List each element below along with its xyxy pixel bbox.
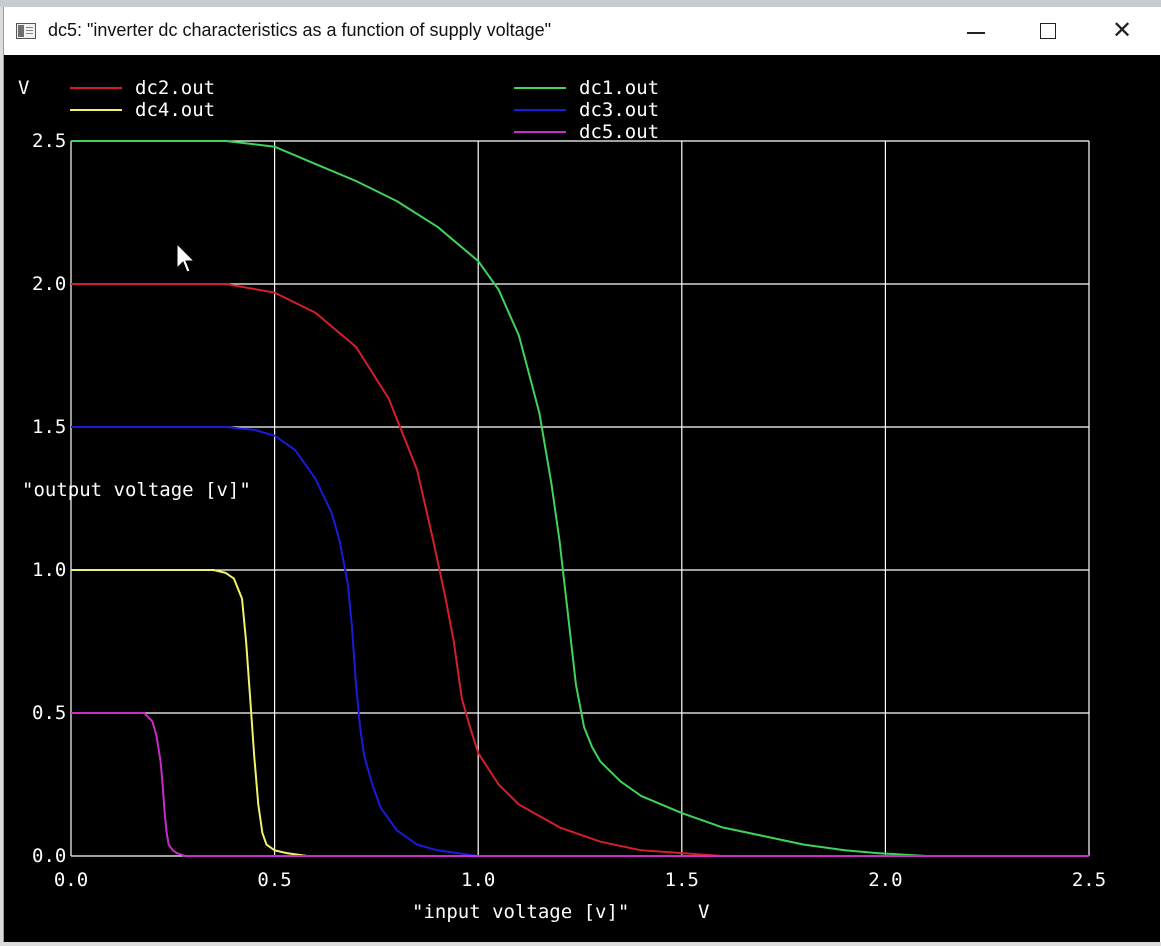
window-title: dc5: "inverter dc characteristics as a f… [48, 20, 552, 40]
mouse-cursor-icon [176, 243, 196, 273]
legend-label-dc4-out: dc4.out [135, 99, 215, 121]
y-tick-label-2: 1.0 [32, 559, 66, 581]
x-axis-label: "input voltage [v]" [412, 901, 629, 923]
legend-label-dc5-out: dc5.out [579, 121, 659, 143]
taskbar-strip [0, 0, 1161, 7]
chart-svg: V "output voltage [v]" "input voltage [v… [18, 77, 1106, 923]
app-window-icon[interactable] [16, 23, 36, 39]
y-tick-label-1: 0.5 [32, 702, 66, 724]
axis-labels: V "output voltage [v]" "input voltage [v… [18, 77, 709, 923]
title-bar[interactable]: dc5: "inverter dc characteristics as a f… [4, 7, 1161, 55]
x-tick-label-3: 1.5 [665, 869, 699, 891]
y-tick-label-4: 2.0 [32, 273, 66, 295]
legend-label-dc3-out: dc3.out [579, 99, 659, 121]
legend-label-dc2-out: dc2.out [135, 77, 215, 99]
plot-window: dc5: "inverter dc characteristics as a f… [3, 7, 1161, 942]
close-icon: ✕ [1112, 16, 1133, 44]
maximize-icon [1040, 23, 1056, 39]
x-tick-label-0: 0.0 [54, 869, 88, 891]
x-tick-label-5: 2.5 [1072, 869, 1106, 891]
legend: dc2.out dc1.out dc4.out dc3.outdc5.out [70, 77, 659, 143]
minimize-icon [967, 32, 985, 34]
x-unit-label: V [698, 901, 709, 923]
minimize-button[interactable] [939, 7, 1009, 55]
y-axis-label: "output voltage [v]" [22, 479, 251, 501]
y-unit-label: V [18, 77, 29, 99]
y-tick-label-5: 2.5 [32, 130, 66, 152]
x-tick-label-4: 2.0 [868, 869, 902, 891]
y-tick-label-3: 1.5 [32, 416, 66, 438]
close-button[interactable]: ✕ [1086, 7, 1156, 55]
x-tick-label-2: 1.0 [461, 869, 495, 891]
chart-area: V "output voltage [v]" "input voltage [v… [4, 55, 1160, 942]
y-tick-label-0: 0.0 [32, 845, 66, 867]
legend-label-dc1-out: dc1.out [579, 77, 659, 99]
x-tick-label-1: 0.5 [257, 869, 291, 891]
maximize-button[interactable] [1012, 7, 1082, 55]
